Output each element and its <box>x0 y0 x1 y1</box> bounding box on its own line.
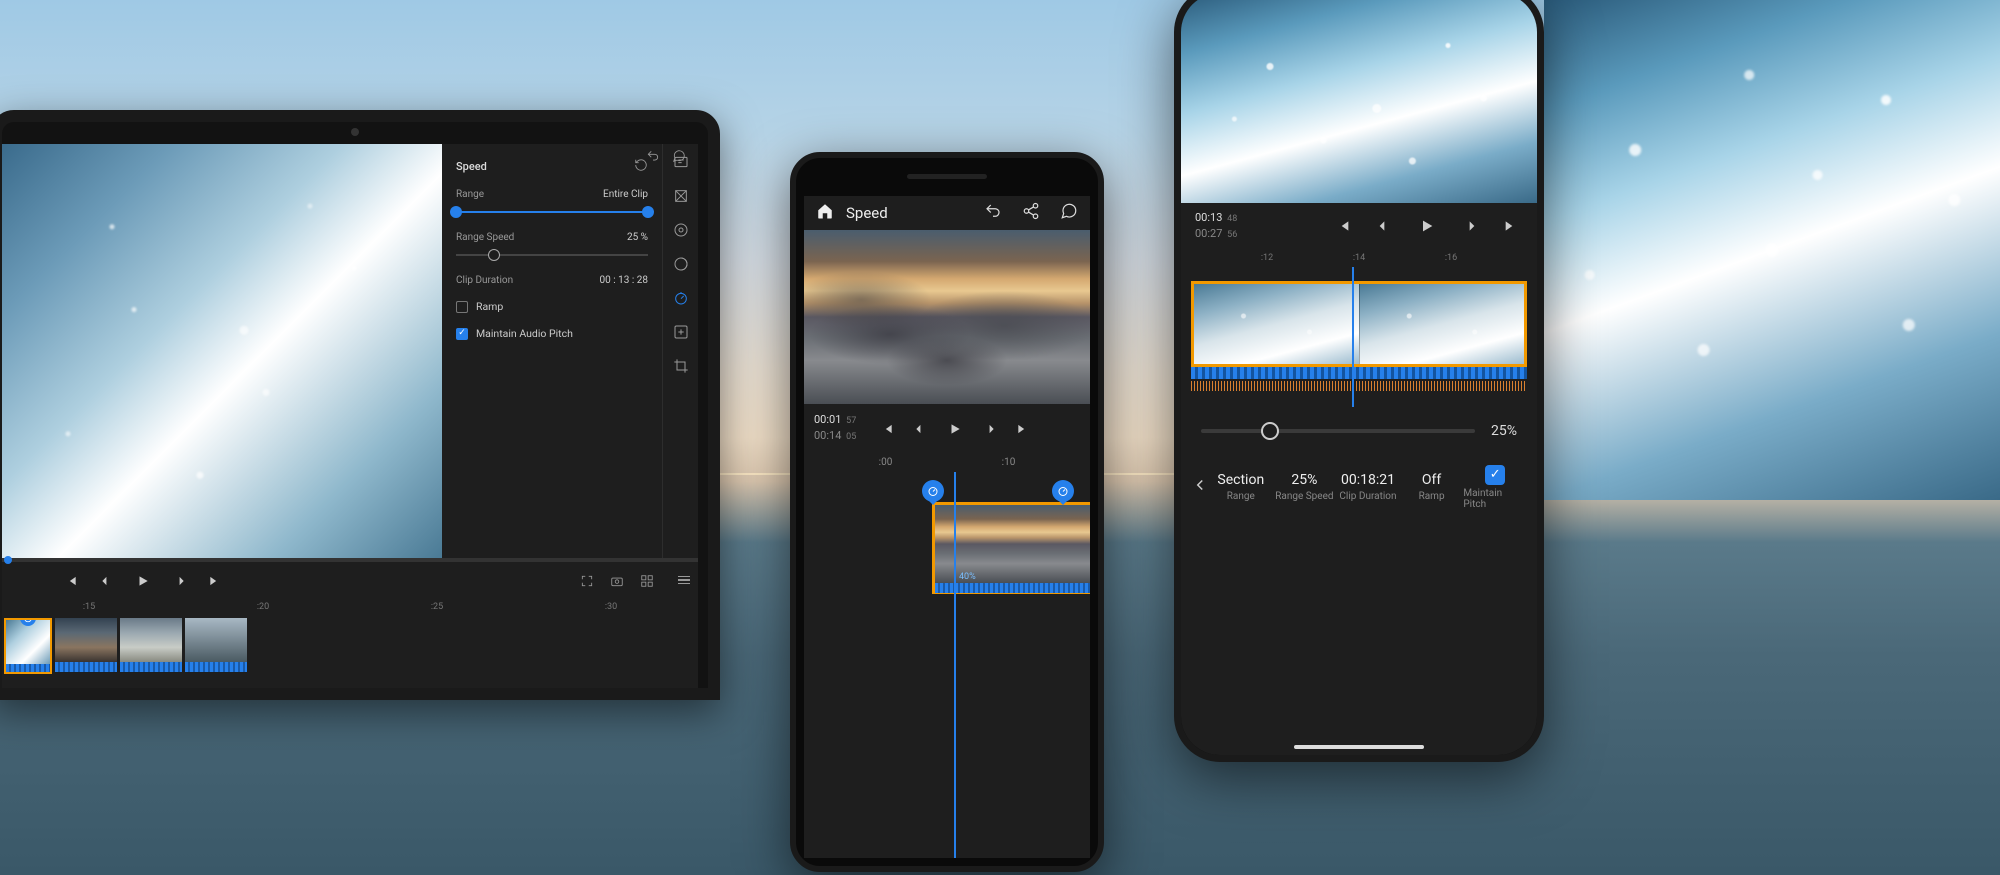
range-option[interactable]: Section Range <box>1209 472 1273 502</box>
step-back-icon[interactable] <box>1377 218 1393 234</box>
crop-icon[interactable] <box>673 358 689 374</box>
android-clip[interactable]: 40% <box>932 502 1090 594</box>
audio-icon[interactable] <box>673 222 689 238</box>
iphone-screen: 00:13 48 00:27 56 :12 :14 :16 <box>1181 0 1537 755</box>
android-ruler[interactable]: :00 :10 <box>804 452 1090 472</box>
range-slider[interactable] <box>456 206 648 218</box>
android-header: Speed <box>804 196 1090 230</box>
speed-pct: 25% <box>1491 423 1517 439</box>
android-device: Speed 00:01 57 00:14 05 :00 :10 <box>790 152 1104 872</box>
iphone-preview[interactable] <box>1181 0 1537 203</box>
timeline[interactable] <box>2 616 698 688</box>
share-icon[interactable] <box>1022 202 1040 224</box>
range-out-marker[interactable] <box>1052 480 1074 502</box>
speed-slider[interactable]: 25% <box>1181 407 1537 455</box>
range-speed-option[interactable]: 25% Range Speed <box>1273 472 1337 502</box>
range-in-marker[interactable] <box>922 480 944 502</box>
undo-icon[interactable] <box>646 148 660 167</box>
scrubber[interactable] <box>2 558 698 562</box>
iphone-timeline[interactable] <box>1181 267 1537 407</box>
step-back-icon[interactable] <box>100 573 114 587</box>
transform-icon[interactable] <box>673 188 689 204</box>
pitch-checkbox[interactable] <box>456 328 468 340</box>
prev-icon[interactable] <box>1335 218 1351 234</box>
ramp-checkbox[interactable] <box>456 301 468 313</box>
speed-panel: Speed Range Entire Clip <box>442 144 662 558</box>
next-icon[interactable] <box>1016 421 1030 435</box>
pitch-checkbox[interactable]: ✓ <box>1485 465 1505 485</box>
speed-icon[interactable] <box>673 290 689 306</box>
prev-icon[interactable] <box>64 573 78 587</box>
ramp-checkbox-row[interactable]: Ramp <box>456 300 648 313</box>
ramp-label: Ramp <box>476 300 503 313</box>
home-icon[interactable] <box>816 202 834 224</box>
timeline-clip[interactable] <box>55 618 117 674</box>
playhead[interactable] <box>954 472 956 858</box>
android-timecode: 00:01 57 00:14 05 <box>804 412 856 443</box>
android-screen: Speed 00:01 57 00:14 05 :00 :10 <box>804 196 1090 858</box>
android-timeline[interactable]: 40% <box>804 472 1090 858</box>
large-preview-crop <box>1544 0 2000 500</box>
step-back-icon[interactable] <box>914 421 928 435</box>
add-icon[interactable] <box>673 324 689 340</box>
clip-duration-option[interactable]: 00:18:21 Clip Duration <box>1336 472 1400 502</box>
play-icon[interactable] <box>948 421 962 435</box>
tablet-screen: Speed Range Entire Clip <box>2 144 698 688</box>
comment-icon[interactable] <box>672 148 686 167</box>
timeline-clip[interactable] <box>185 618 247 674</box>
iphone-timecode: 00:13 48 00:27 56 <box>1181 210 1237 241</box>
step-fwd-icon[interactable] <box>982 421 996 435</box>
undo-icon[interactable] <box>984 202 1002 224</box>
android-preview[interactable] <box>804 230 1090 404</box>
transport-controls <box>64 573 222 587</box>
prev-icon[interactable] <box>880 421 894 435</box>
tablet-device: Speed Range Entire Clip <box>0 110 720 700</box>
range-label: Range <box>456 189 484 200</box>
iphone-audio-waves <box>1191 367 1527 393</box>
ramp-option[interactable]: Off Ramp <box>1400 472 1464 502</box>
step-fwd-icon[interactable] <box>172 573 186 587</box>
iphone-ruler[interactable]: :12 :14 :16 <box>1181 249 1537 267</box>
video-preview[interactable] <box>2 144 442 558</box>
next-icon[interactable] <box>1503 218 1519 234</box>
back-icon[interactable] <box>1191 476 1209 498</box>
iphone-clip-strip[interactable] <box>1191 281 1527 367</box>
pitch-checkbox-row[interactable]: Maintain Audio Pitch <box>456 327 648 340</box>
playhead[interactable] <box>1352 267 1354 407</box>
speed-options-bar: Section Range 25% Range Speed 00:18:21 C… <box>1181 455 1537 519</box>
pitch-label: Maintain Audio Pitch <box>476 327 573 340</box>
clip-speed-pct: 40% <box>959 572 976 582</box>
speed-value: 25 % <box>627 232 648 243</box>
home-indicator[interactable] <box>1294 745 1424 749</box>
snapshot-icon[interactable] <box>610 573 624 587</box>
duration-label: Clip Duration <box>456 275 513 286</box>
range-value: Entire Clip <box>603 189 648 200</box>
menu-icon[interactable] <box>678 576 690 585</box>
next-icon[interactable] <box>208 573 222 587</box>
timeline-clip[interactable] <box>4 618 52 674</box>
speed-label: Range Speed <box>456 232 514 243</box>
panel-title: Speed <box>456 160 487 173</box>
speed-slider[interactable] <box>456 249 648 261</box>
pitch-option[interactable]: ✓ Maintain Pitch <box>1463 465 1527 510</box>
play-icon[interactable] <box>136 573 150 587</box>
iphone-device: 00:13 48 00:27 56 :12 :14 :16 <box>1174 0 1544 762</box>
timeline-ruler[interactable]: :15 :20 :25 :30 <box>2 598 698 616</box>
duration-value: 00 : 13 : 28 <box>600 275 649 286</box>
grid-icon[interactable] <box>640 573 654 587</box>
play-icon[interactable] <box>1419 218 1435 234</box>
color-icon[interactable] <box>673 256 689 272</box>
fullscreen-icon[interactable] <box>580 573 594 587</box>
comment-icon[interactable] <box>1060 202 1078 224</box>
tool-sidebar <box>662 144 698 558</box>
timeline-clip[interactable] <box>120 618 182 674</box>
tablet-title-actions <box>646 148 686 167</box>
step-fwd-icon[interactable] <box>1461 218 1477 234</box>
android-title: Speed <box>846 204 888 222</box>
